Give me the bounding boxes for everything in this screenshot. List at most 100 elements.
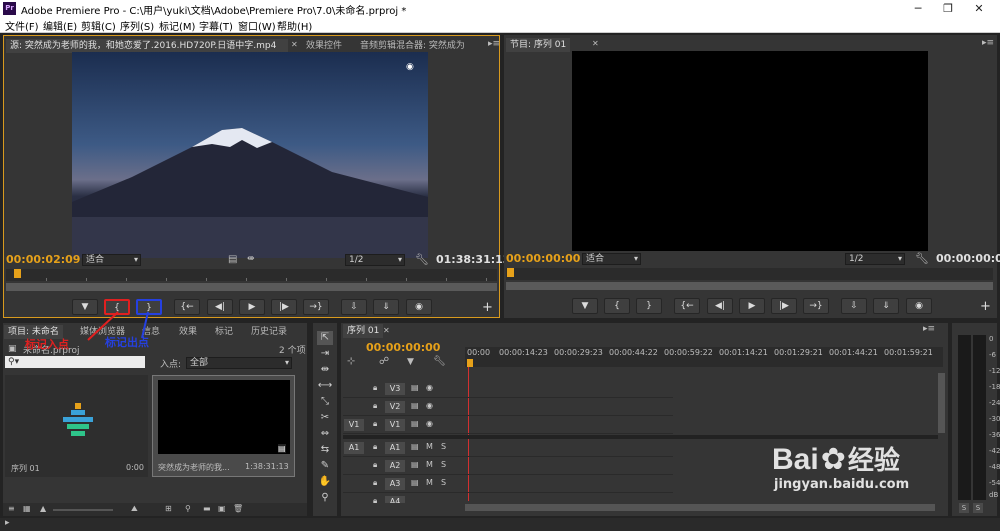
zoom-tool-icon[interactable]: ⚲ bbox=[317, 491, 333, 505]
mute-button[interactable]: M bbox=[426, 478, 433, 487]
ripple-edit-tool-icon[interactable]: ⇹ bbox=[317, 363, 333, 377]
timeline-playhead[interactable] bbox=[467, 359, 473, 367]
sequence-tab-close-icon[interactable]: ✕ bbox=[383, 326, 390, 335]
menu-edit[interactable]: 编辑(E) bbox=[43, 18, 77, 33]
zoom-slider[interactable] bbox=[53, 509, 113, 511]
inpoint-dropdown[interactable]: 全部 bbox=[186, 357, 292, 369]
slide-tool-icon[interactable]: ⇆ bbox=[317, 443, 333, 457]
extract-button[interactable]: ⇓ bbox=[873, 298, 899, 314]
clear-icon[interactable]: 🗑︎ bbox=[233, 504, 243, 513]
snap-icon[interactable]: ⊹ bbox=[347, 356, 355, 367]
overwrite-button[interactable]: ⇓ bbox=[373, 299, 399, 315]
program-panel-menu-icon[interactable]: ▸≡ bbox=[982, 38, 994, 48]
solo-button[interactable]: S bbox=[441, 442, 446, 451]
source-scale-dropdown[interactable]: 1/2 bbox=[345, 254, 405, 266]
tab-history[interactable]: 历史记录 bbox=[247, 325, 291, 339]
rate-stretch-tool-icon[interactable]: ⤡ bbox=[317, 395, 333, 409]
lock-icon[interactable]: 🔒︎ bbox=[373, 460, 377, 470]
minimize-button[interactable]: ─ bbox=[907, 1, 929, 16]
menu-marker[interactable]: 标记(M) bbox=[159, 18, 195, 33]
mute-button[interactable]: M bbox=[426, 460, 433, 469]
tab-markers[interactable]: 标记 bbox=[211, 325, 237, 339]
sync-lock-icon[interactable]: ▤ bbox=[411, 383, 419, 392]
new-item-icon[interactable]: ▣ bbox=[218, 504, 226, 513]
lock-icon[interactable]: 🔒︎ bbox=[373, 401, 377, 411]
timeline-ruler[interactable]: 00:00 00:00:14:23 00:00:29:23 00:00:44:2… bbox=[465, 347, 943, 367]
sync-lock-icon[interactable]: ▤ bbox=[411, 442, 419, 451]
lock-icon[interactable]: 🔒︎ bbox=[373, 442, 377, 452]
lock-icon[interactable]: 🔒︎ bbox=[373, 383, 377, 393]
source-zoom-scrollbar[interactable] bbox=[6, 283, 497, 291]
program-fit-dropdown[interactable]: 适合 bbox=[582, 253, 641, 265]
menu-title[interactable]: 字幕(T) bbox=[199, 18, 233, 33]
track-a1[interactable]: A1 🔒︎ A1 ▤ M S bbox=[343, 439, 673, 457]
find-icon[interactable]: ⚲ bbox=[185, 504, 191, 513]
lock-icon[interactable]: 🔒︎ bbox=[373, 419, 377, 429]
list-view-icon[interactable]: ≡ bbox=[8, 504, 15, 513]
source-patch-v1[interactable]: V1 bbox=[344, 419, 364, 431]
source-fit-dropdown[interactable]: 适合 bbox=[82, 254, 141, 266]
timeline-settings-icon[interactable]: 🔧︎ bbox=[433, 356, 446, 367]
menu-help[interactable]: 帮助(H) bbox=[277, 18, 312, 33]
program-tab-close-icon[interactable]: ✕ bbox=[592, 39, 599, 48]
step-forward-button[interactable]: |▶ bbox=[271, 299, 297, 315]
step-back-button[interactable]: ◀| bbox=[207, 299, 233, 315]
source-tab-menu-icon[interactable]: ✕ bbox=[291, 40, 298, 49]
program-mark-in-button[interactable]: { bbox=[604, 298, 630, 314]
tab-effect-controls[interactable]: 效果控件 bbox=[302, 39, 346, 53]
lift-button[interactable]: ⇩ bbox=[841, 298, 867, 314]
selection-tool-icon[interactable]: ⇱ bbox=[317, 331, 333, 345]
program-time-ruler[interactable] bbox=[506, 268, 993, 280]
timeline-vertical-scrollbar[interactable] bbox=[938, 373, 945, 433]
menu-clip[interactable]: 剪辑(C) bbox=[81, 18, 116, 33]
pen-tool-icon[interactable]: ✎ bbox=[317, 459, 333, 473]
program-wrench-icon[interactable]: 🔧︎ bbox=[915, 252, 929, 265]
track-a4[interactable]: 🔒︎ A4 bbox=[343, 493, 673, 503]
go-to-out-button[interactable]: →} bbox=[303, 299, 329, 315]
program-play-button[interactable]: ▶ bbox=[739, 298, 765, 314]
wrench-icon[interactable]: 🔧︎ bbox=[415, 253, 429, 266]
source-patch-a1[interactable]: A1 bbox=[344, 442, 364, 454]
track-v2[interactable]: 🔒︎ V2 ▤ ◉ bbox=[343, 398, 673, 416]
link-icon[interactable]: ☍ bbox=[379, 356, 389, 367]
track-a3[interactable]: 🔒︎ A3 ▤ M S bbox=[343, 475, 673, 493]
project-search-input[interactable]: ⚲▾ bbox=[5, 356, 145, 368]
project-item-sequence[interactable]: 序列 01 0:00 bbox=[5, 375, 148, 477]
menu-window[interactable]: 窗口(W) bbox=[238, 18, 276, 33]
source-timecode[interactable]: 00:00:02:09 bbox=[6, 253, 80, 266]
eye-icon[interactable]: ◉ bbox=[426, 383, 433, 392]
program-step-back-button[interactable]: ◀| bbox=[707, 298, 733, 314]
track-select-tool-icon[interactable]: ⇥ bbox=[317, 347, 333, 361]
razor-tool-icon[interactable]: ✂ bbox=[317, 411, 333, 425]
program-go-to-in-button[interactable]: {← bbox=[674, 298, 700, 314]
automate-icon[interactable]: ⊞ bbox=[165, 504, 172, 513]
sync-lock-icon[interactable]: ▤ bbox=[411, 460, 419, 469]
slip-tool-icon[interactable]: ⇔ bbox=[317, 427, 333, 441]
safe-margin-icon[interactable]: ◉ bbox=[406, 62, 414, 72]
icon-view-icon[interactable]: ▦ bbox=[23, 504, 31, 513]
program-playhead[interactable] bbox=[507, 268, 514, 277]
tab-effects[interactable]: 效果 bbox=[175, 325, 201, 339]
menu-file[interactable]: 文件(F) bbox=[5, 18, 39, 33]
track-v1[interactable]: V1 🔒︎ V1 ▤ ◉ bbox=[343, 416, 673, 434]
source-add-button[interactable]: + bbox=[482, 300, 493, 315]
program-add-marker-button[interactable]: ▼ bbox=[572, 298, 598, 314]
drag-audio-icon[interactable]: ⇼ bbox=[247, 254, 255, 264]
program-zoom-scrollbar[interactable] bbox=[506, 282, 993, 290]
source-playhead[interactable] bbox=[14, 269, 21, 278]
source-time-ruler[interactable] bbox=[6, 269, 497, 281]
project-item-clip[interactable]: ▤ 突然成为老师的我... 1:38:31:13 bbox=[152, 375, 295, 477]
program-scale-dropdown[interactable]: 1/2 bbox=[845, 253, 905, 265]
hand-tool-icon[interactable]: ✋ bbox=[317, 475, 333, 489]
track-a2[interactable]: 🔒︎ A2 ▤ M S bbox=[343, 457, 673, 475]
program-go-to-out-button[interactable]: →} bbox=[803, 298, 829, 314]
eye-icon[interactable]: ◉ bbox=[426, 419, 433, 428]
program-add-button[interactable]: + bbox=[980, 299, 991, 314]
tab-audio-clip-mixer[interactable]: 音频剪辑混合器: 突然成为 bbox=[356, 39, 488, 53]
zoom-in-icon[interactable]: ⛰ bbox=[131, 504, 138, 514]
timeline-panel-menu-icon[interactable]: ▸≡ bbox=[923, 324, 935, 334]
solo-button[interactable]: S bbox=[441, 460, 446, 469]
lock-icon[interactable]: 🔒︎ bbox=[373, 496, 377, 503]
rolling-edit-tool-icon[interactable]: ⟷ bbox=[317, 379, 333, 393]
eye-icon[interactable]: ◉ bbox=[426, 401, 433, 410]
